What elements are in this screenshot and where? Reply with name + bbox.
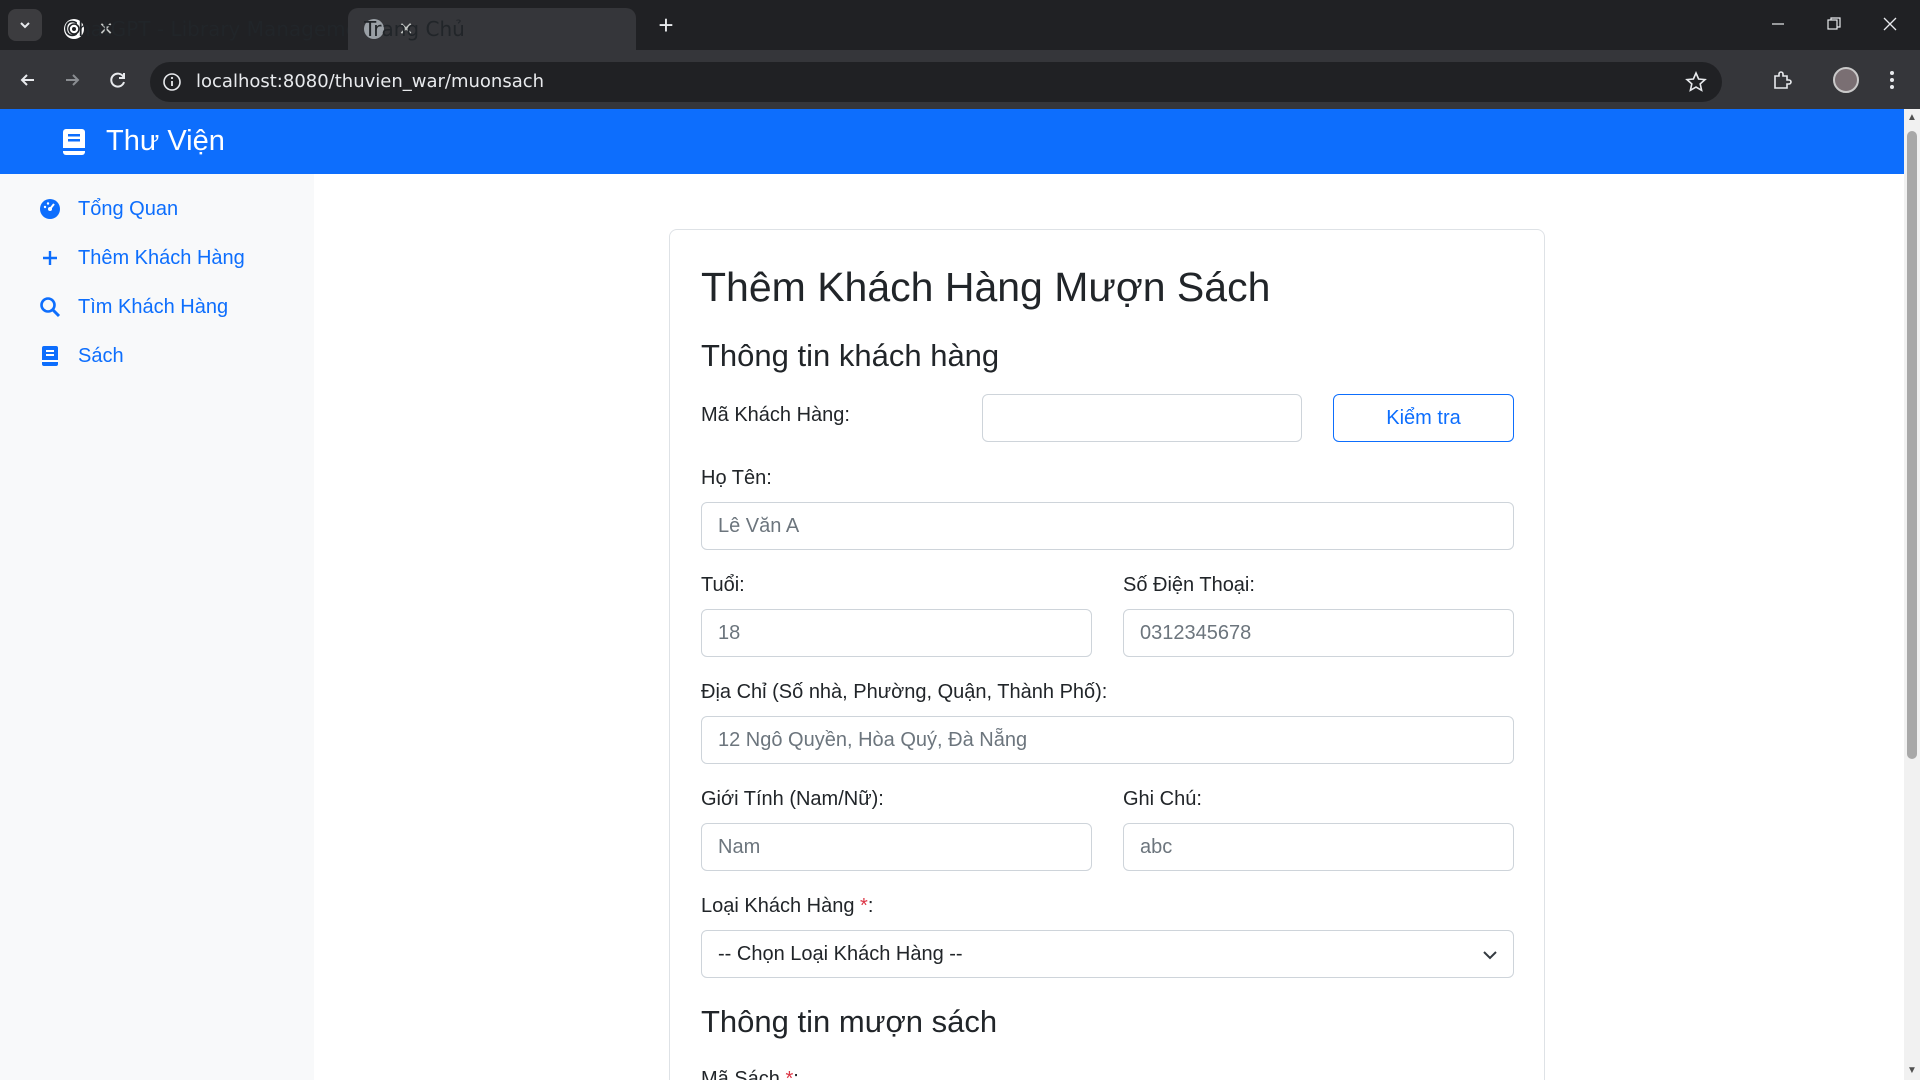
chevron-down-icon (20, 22, 30, 29)
address-bar[interactable]: localhost:8080/thuvien_war/muonsach (150, 62, 1722, 102)
gender-label: Giới Tính (Nam/Nữ): (701, 788, 884, 810)
sidebar: Tổng Quan Thêm Khách Hàng Tìm Khách Hàng… (0, 174, 314, 1080)
tab-title: Trang Chủ (364, 17, 465, 41)
sidebar-item-add-customer[interactable]: Thêm Khách Hàng (38, 238, 245, 278)
search-icon (38, 295, 62, 319)
name-input[interactable]: Lê Văn A (701, 502, 1514, 550)
reload-icon[interactable] (102, 64, 134, 96)
brand-link[interactable]: Thư Viện (60, 109, 225, 174)
scroll-down-arrow-icon[interactable]: ▼ (1907, 1066, 1917, 1076)
name-label: Họ Tên: (701, 467, 772, 489)
brand-name: Thư Viện (106, 125, 225, 157)
page-scrollbar[interactable]: ▲ ▼ (1904, 109, 1920, 1080)
new-tab-button[interactable]: + (652, 12, 680, 40)
check-customer-button[interactable]: Kiểm tra (1333, 394, 1514, 442)
customer-type-select[interactable]: -- Chọn Loại Khách Hàng -- (701, 930, 1514, 978)
note-label: Ghi Chú: (1123, 788, 1202, 810)
sidebar-item-label: Sách (78, 344, 124, 367)
minimize-icon[interactable] (1758, 6, 1798, 42)
plus-icon (38, 246, 62, 270)
age-label: Tuổi: (701, 574, 745, 596)
chevron-down-icon (1483, 951, 1497, 960)
borrow-form-card: Thêm Khách Hàng Mượn Sách Thông tin khác… (669, 229, 1545, 1080)
sidebar-item-dashboard[interactable]: Tổng Quan (38, 189, 178, 229)
restore-icon[interactable] (1814, 6, 1854, 42)
back-arrow-icon[interactable] (12, 64, 44, 96)
customer-id-input[interactable] (982, 394, 1302, 442)
sidebar-item-books[interactable]: Sách (38, 336, 124, 376)
scrollbar-thumb[interactable] (1907, 131, 1917, 759)
profile-avatar[interactable] (1830, 64, 1862, 96)
customer-type-label: Loại Khách Hàng *: (701, 895, 873, 918)
address-input[interactable]: 12 Ngô Quyền, Hòa Quý, Đà Nẵng (701, 716, 1514, 764)
url-text: localhost:8080/thuvien_war/muonsach (196, 71, 545, 92)
book-icon (38, 344, 62, 368)
customer-id-label: Mã Khách Hàng: (701, 404, 850, 426)
web-page: Thư Viện Tổng Quan Thêm Khách Hàng Tìm K… (0, 109, 1920, 1080)
age-input[interactable]: 18 (701, 609, 1092, 657)
book-id-label-text: Mã Sách (701, 1068, 786, 1080)
extensions-icon[interactable] (1766, 64, 1798, 96)
bookmark-star-icon[interactable] (1684, 70, 1708, 94)
dashboard-icon (38, 197, 62, 221)
menu-kebab-icon[interactable] (1876, 64, 1908, 96)
phone-label: Số Điện Thoại: (1123, 574, 1255, 596)
sidebar-item-label: Thêm Khách Hàng (78, 246, 245, 269)
book-icon (63, 128, 85, 155)
browser-chrome: ChatGPT - Library Management ✕ Trang Chủ… (0, 0, 1920, 109)
top-navbar: Thư Viện (0, 109, 1904, 174)
borrow-section-heading: Thông tin mượn sách (701, 1004, 998, 1039)
gender-input[interactable]: Nam (701, 823, 1092, 871)
label-colon: : (793, 1068, 799, 1080)
sidebar-item-label: Tổng Quan (78, 197, 179, 220)
note-input[interactable]: abc (1123, 823, 1514, 871)
tab-strip: ChatGPT - Library Management ✕ Trang Chủ… (0, 0, 1920, 50)
phone-input[interactable]: 0312345678 (1123, 609, 1514, 657)
sidebar-item-label: Tìm Khách Hàng (78, 295, 229, 318)
sidebar-item-find-customer[interactable]: Tìm Khách Hàng (38, 287, 228, 327)
forward-arrow-icon[interactable] (56, 64, 88, 96)
required-mark: * (860, 895, 868, 917)
tab-chatgpt[interactable]: ChatGPT - Library Management ✕ (48, 8, 378, 50)
page-title: Thêm Khách Hàng Mượn Sách (701, 264, 1271, 310)
book-id-label: Mã Sách *: (701, 1068, 799, 1080)
customer-type-selected: -- Chọn Loại Khách Hàng -- (718, 943, 963, 965)
tab-title: ChatGPT - Library Management (64, 17, 379, 41)
customer-type-label-text: Loại Khách Hàng (701, 895, 861, 917)
browser-toolbar: localhost:8080/thuvien_war/muonsach (0, 50, 1920, 109)
address-label: Địa Chỉ (Số nhà, Phường, Quận, Thành Phố… (701, 681, 1108, 703)
scroll-up-arrow-icon[interactable]: ▲ (1907, 113, 1917, 123)
label-colon: : (867, 895, 874, 917)
customer-section-heading: Thông tin khách hàng (701, 338, 1000, 373)
close-window-icon[interactable] (1870, 6, 1910, 42)
tab-trang-chu[interactable]: Trang Chủ ✕ (348, 8, 636, 50)
tab-search-button[interactable] (8, 9, 42, 41)
info-icon[interactable] (162, 72, 182, 92)
